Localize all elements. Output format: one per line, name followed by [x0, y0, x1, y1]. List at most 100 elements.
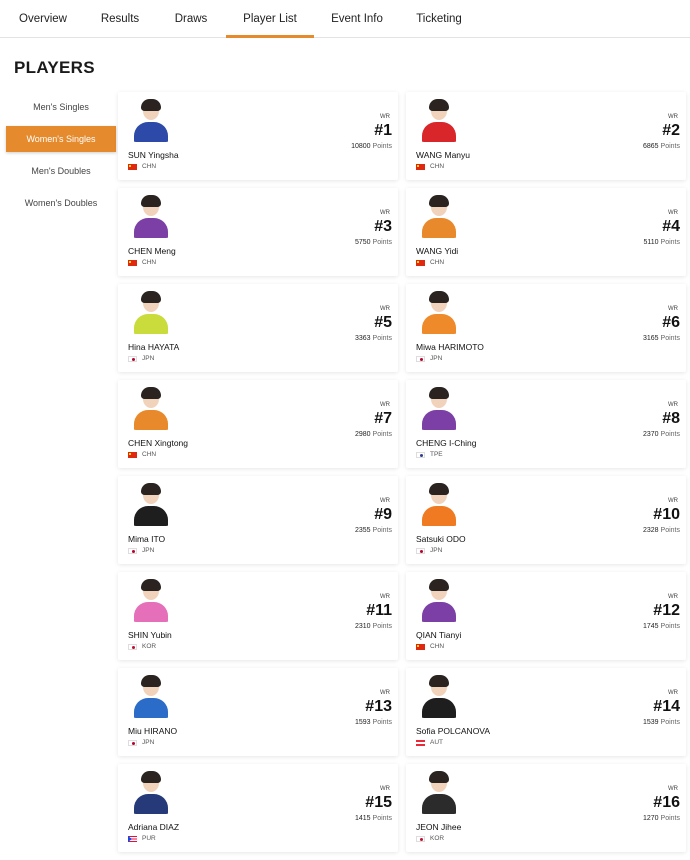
ranking-points: 2355 Points [355, 527, 392, 534]
country-flag-icon [416, 835, 425, 842]
world-rank-label: WR [668, 498, 678, 504]
points-value: 6865 [642, 143, 659, 150]
player-name[interactable]: QIAN Tianyi [416, 630, 461, 640]
player-name[interactable]: Mima ITO [128, 534, 165, 544]
tab-label: Ticketing [416, 13, 462, 25]
country-code: PUR [142, 835, 156, 842]
page-title: PLAYERS [14, 58, 95, 77]
player-name[interactable]: Adriana DIAZ [128, 822, 179, 832]
player-hair [429, 195, 449, 207]
player-photo [420, 578, 458, 622]
player-card[interactable]: JEON Jihee KOR WR #16 1270 Points [406, 764, 686, 852]
player-card[interactable]: SHIN Yubin KOR WR #11 2310 Points [118, 572, 398, 660]
player-card[interactable]: CHEN Meng CHN WR #3 5750 Points [118, 188, 398, 276]
points-label: Points [372, 623, 392, 630]
player-name[interactable]: WANG Yidi [416, 246, 458, 256]
player-card[interactable]: WANG Yidi CHN WR #4 5110 Points [406, 188, 686, 276]
player-name[interactable]: Miu HIRANO [128, 726, 177, 736]
sidebar-item-mens-singles[interactable]: Men's Singles [6, 94, 116, 120]
player-photo [132, 386, 170, 430]
points-value: 1415 [354, 815, 371, 822]
sidebar-item-mens-doubles[interactable]: Men's Doubles [6, 158, 116, 184]
tab-ticketing[interactable]: Ticketing [408, 0, 470, 38]
player-shirt [134, 602, 168, 622]
player-card[interactable]: Hina HAYATA JPN WR #5 3363 Points [118, 284, 398, 372]
player-name[interactable]: SHIN Yubin [128, 630, 172, 640]
player-card[interactable]: CHENG I-Ching TPE WR #8 2370 Points [406, 380, 686, 468]
player-name[interactable]: CHENG I-Ching [416, 438, 476, 448]
player-card[interactable]: Miwa HARIMOTO JPN WR #6 3165 Points [406, 284, 686, 372]
player-shirt [134, 122, 168, 142]
player-card[interactable]: Sofia POLCANOVA AUT WR #14 1539 Points [406, 668, 686, 756]
sidebar-item-womens-doubles[interactable]: Women's Doubles [6, 190, 116, 216]
ranking-points: 10800 Points [351, 143, 392, 150]
player-name[interactable]: JEON Jihee [416, 822, 461, 832]
player-hair [429, 387, 449, 399]
player-shirt [134, 218, 168, 238]
points-label: Points [372, 527, 392, 534]
player-hair [141, 771, 161, 783]
world-rank-label: WR [668, 402, 678, 408]
country-code: JPN [430, 355, 443, 362]
country-code: AUT [430, 739, 443, 746]
tab-label: Draws [174, 13, 208, 25]
player-card[interactable]: WANG Manyu CHN WR #2 6865 Points [406, 92, 686, 180]
active-tab-indicator [226, 35, 314, 38]
player-shirt [134, 506, 168, 526]
player-country: JPN [128, 547, 154, 557]
ranking-points: 1593 Points [355, 719, 392, 726]
world-rank: #3 [374, 218, 392, 235]
player-country: AUT [416, 739, 443, 749]
player-name[interactable]: Sofia POLCANOVA [416, 726, 490, 736]
player-card[interactable]: Adriana DIAZ PUR WR #15 1415 Points [118, 764, 398, 852]
country-flag-icon [416, 163, 425, 170]
player-card[interactable]: SUN Yingsha CHN WR #1 10800 Points [118, 92, 398, 180]
tab-label: Event Info [331, 13, 383, 25]
player-photo [420, 290, 458, 334]
player-hair [141, 99, 161, 111]
world-rank: #10 [653, 506, 680, 523]
points-value: 3363 [354, 335, 371, 342]
ranking-points: 1539 Points [643, 719, 680, 726]
sidebar-item-womens-singles[interactable]: Women's Singles [6, 126, 116, 152]
player-country: CHN [416, 163, 444, 173]
player-name[interactable]: CHEN Xingtong [128, 438, 188, 448]
player-country: JPN [416, 355, 442, 365]
points-value: 1745 [642, 623, 659, 630]
player-card[interactable]: CHEN Xingtong CHN WR #7 2980 Points [118, 380, 398, 468]
country-code: TPE [430, 451, 443, 458]
country-code: KOR [142, 643, 157, 650]
player-country: KOR [416, 835, 444, 845]
world-rank: #13 [365, 698, 392, 715]
player-photo [132, 98, 170, 142]
player-name[interactable]: Miwa HARIMOTO [416, 342, 484, 352]
tab-event-info[interactable]: Event Info [324, 0, 390, 38]
tab-label: Player List [243, 13, 297, 25]
player-name[interactable]: SUN Yingsha [128, 150, 179, 160]
points-value: 5750 [354, 239, 371, 246]
player-name[interactable]: Satsuki ODO [416, 534, 466, 544]
country-code: CHN [142, 259, 157, 266]
player-country: JPN [128, 355, 154, 365]
world-rank-label: WR [668, 114, 678, 120]
player-card[interactable]: Satsuki ODO JPN WR #10 2328 Points [406, 476, 686, 564]
player-name[interactable]: CHEN Meng [128, 246, 176, 256]
world-rank: #8 [662, 410, 680, 427]
points-value: 3165 [642, 335, 659, 342]
player-country: CHN [128, 163, 156, 173]
player-card[interactable]: Miu HIRANO JPN WR #13 1593 Points [118, 668, 398, 756]
ranking-points: 2310 Points [355, 623, 392, 630]
player-name[interactable]: Hina HAYATA [128, 342, 179, 352]
world-rank-label: WR [668, 594, 678, 600]
player-name[interactable]: WANG Manyu [416, 150, 470, 160]
country-flag-icon [128, 451, 137, 458]
player-card[interactable]: QIAN Tianyi CHN WR #12 1745 Points [406, 572, 686, 660]
player-shirt [422, 122, 456, 142]
tab-draws[interactable]: Draws [166, 0, 216, 38]
tab-results[interactable]: Results [92, 0, 148, 38]
tab-overview[interactable]: Overview [12, 0, 74, 38]
country-flag-icon [128, 547, 137, 554]
tab-player-list[interactable]: Player List [226, 0, 314, 38]
top-navigation: Overview Results Draws Player List Event… [0, 0, 690, 38]
player-card[interactable]: Mima ITO JPN WR #9 2355 Points [118, 476, 398, 564]
